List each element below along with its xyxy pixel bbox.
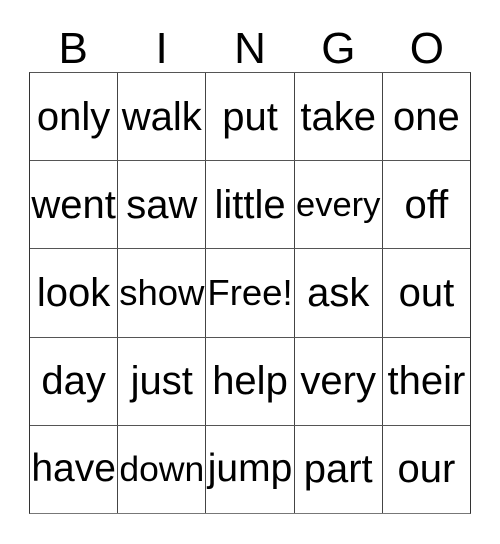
bingo-cell-label: just xyxy=(130,359,193,404)
bingo-row: have down jump part our xyxy=(30,424,471,514)
bingo-cell-label: show xyxy=(119,272,205,313)
bingo-cell-label: went xyxy=(31,182,116,227)
bingo-cell[interactable]: very xyxy=(293,337,382,425)
bingo-cell[interactable]: down xyxy=(117,425,206,514)
bingo-header-letter-n: N xyxy=(234,24,266,73)
bingo-cell-label: take xyxy=(300,94,377,139)
bingo-cell[interactable]: our xyxy=(381,425,471,514)
bingo-cell-label: day xyxy=(41,359,106,404)
bingo-cell-label: help xyxy=(212,359,288,404)
bingo-cell-label: their xyxy=(387,359,466,404)
bingo-cell-label: walk xyxy=(121,94,202,139)
bingo-cell[interactable]: one xyxy=(381,73,471,161)
bingo-header-letter-i: I xyxy=(155,24,168,73)
bingo-cell[interactable]: day xyxy=(30,337,118,425)
bingo-cell[interactable]: put xyxy=(205,73,294,161)
bingo-cell[interactable]: part xyxy=(293,425,382,514)
bingo-cell[interactable]: have xyxy=(30,425,118,514)
bingo-row: went saw little every off xyxy=(30,160,471,249)
bingo-cell-label: only xyxy=(36,94,111,139)
bingo-cell-label: one xyxy=(393,94,460,139)
bingo-cell[interactable]: saw xyxy=(117,161,206,249)
bingo-cell-label: part xyxy=(303,447,373,492)
bingo-header-letter-b: B xyxy=(58,24,88,73)
bingo-row: only walk put take one xyxy=(30,73,471,161)
bingo-cell-label: off xyxy=(404,182,449,227)
bingo-cell-label: jump xyxy=(207,447,293,491)
bingo-header-letter-g: G xyxy=(321,24,356,73)
bingo-cell[interactable]: help xyxy=(205,337,294,425)
bingo-cell[interactable]: take xyxy=(293,73,382,161)
bingo-cell-label: our xyxy=(397,447,456,492)
bingo-cell-label: down xyxy=(119,449,205,490)
bingo-cell-label: ask xyxy=(307,271,370,315)
bingo-free-space-label: Free! xyxy=(207,272,293,313)
bingo-header-row: B I N G O xyxy=(29,22,471,72)
bingo-cell[interactable]: look xyxy=(30,249,118,337)
bingo-cell[interactable]: out xyxy=(381,249,471,337)
bingo-cell[interactable]: jump xyxy=(205,425,294,514)
bingo-cell-label: out xyxy=(398,271,455,315)
bingo-header-letter-o: O xyxy=(409,24,444,73)
bingo-cell[interactable]: just xyxy=(117,337,206,425)
bingo-cell-label: every xyxy=(296,185,381,224)
bingo-cell[interactable]: only xyxy=(30,73,118,161)
bingo-cell[interactable]: every xyxy=(293,161,382,249)
bingo-cell[interactable]: walk xyxy=(117,73,206,161)
bingo-cell[interactable]: ask xyxy=(293,249,382,337)
bingo-cell-label: have xyxy=(31,447,116,491)
bingo-cell-label: little xyxy=(214,182,286,227)
bingo-row: day just help very their xyxy=(30,336,471,425)
bingo-cell[interactable]: off xyxy=(381,161,471,249)
bingo-cell-free-space[interactable]: Free! xyxy=(205,249,294,337)
bingo-cell[interactable]: little xyxy=(205,161,294,249)
bingo-cell-label: look xyxy=(36,271,111,315)
bingo-cell[interactable]: went xyxy=(30,161,118,249)
bingo-cell[interactable]: their xyxy=(381,337,471,425)
bingo-card: B I N G O only walk put take one went sa… xyxy=(0,0,500,544)
bingo-cell[interactable]: show xyxy=(117,249,206,337)
bingo-row: look show Free! ask out xyxy=(30,248,471,337)
bingo-cell-label: very xyxy=(300,359,376,404)
bingo-grid: only walk put take one went saw little e… xyxy=(29,72,471,514)
bingo-cell-label: put xyxy=(222,94,278,139)
bingo-cell-label: saw xyxy=(126,182,198,227)
